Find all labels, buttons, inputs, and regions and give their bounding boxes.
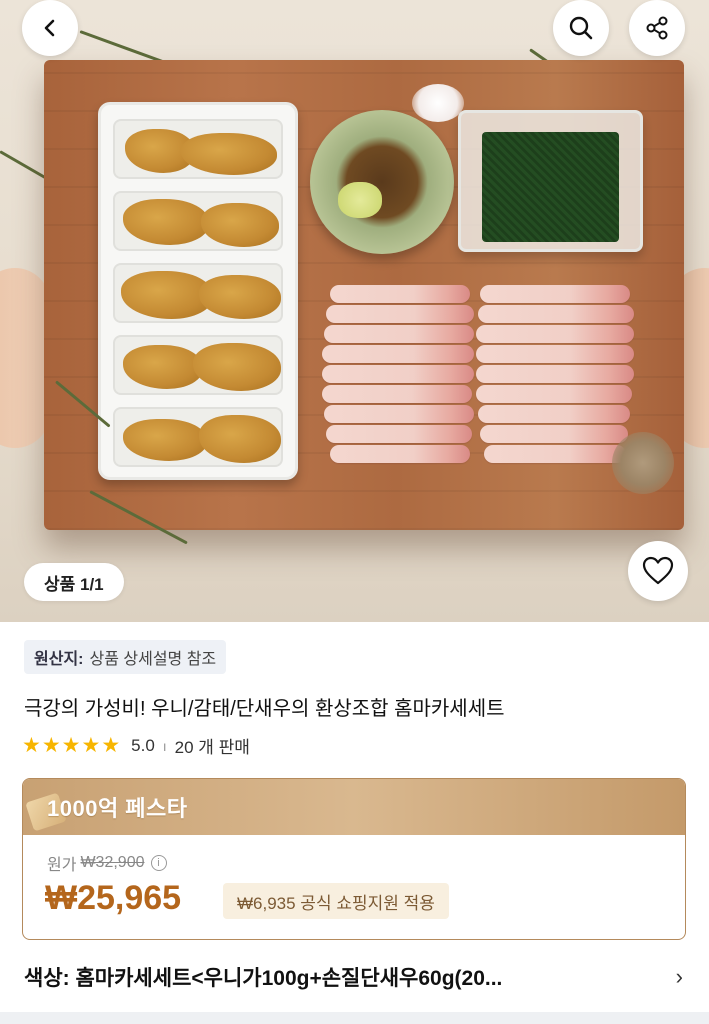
rating-row[interactable]: ★ ★ ★ ★ ★ 5.0 ı 20 개 판매 xyxy=(22,733,250,758)
shrimp xyxy=(476,385,632,403)
origin-label: 원산지: xyxy=(34,651,84,668)
chevron-left-icon xyxy=(44,19,55,37)
original-price-label: 원가 xyxy=(47,857,77,874)
image-counter: 상품 1/1 xyxy=(24,563,124,601)
sales-count: 20 개 판매 xyxy=(174,738,250,757)
shrimp xyxy=(476,325,634,343)
chevron-right-icon: › xyxy=(675,964,683,989)
shrimp xyxy=(324,405,474,423)
wasabi xyxy=(338,182,382,218)
left-hand xyxy=(0,268,50,448)
share-button[interactable] xyxy=(629,0,685,56)
heart-icon xyxy=(642,556,674,585)
discount-badge: ₩6,935 공식 쇼핑지원 적용 xyxy=(223,883,449,919)
original-price: ₩32,900 xyxy=(80,854,145,871)
deal-banner-label: 1000억 페스타 xyxy=(47,796,188,821)
origin-badge: 원산지: 상품 상세설명 참조 xyxy=(24,640,227,674)
pepper-pile xyxy=(612,432,674,494)
salt-pile xyxy=(412,84,464,122)
shrimp xyxy=(326,305,474,323)
wishlist-button[interactable] xyxy=(628,541,688,601)
rating-separator: ı xyxy=(162,737,167,754)
share-icon xyxy=(646,16,668,40)
star-icon: ★ xyxy=(61,734,81,757)
star-rating: ★ ★ ★ ★ ★ xyxy=(22,735,121,756)
option-text: 색상: 홈마카세세트<우니가100g+손질단새우60g(20... xyxy=(24,967,503,990)
uni-tray xyxy=(98,102,298,480)
back-button[interactable] xyxy=(22,0,78,56)
search-icon xyxy=(569,16,593,40)
deal-card: 1000억 페스타 원가 ₩32,900 i ₩25,965 ₩6,935 공식… xyxy=(22,778,686,940)
star-icon: ★ xyxy=(22,734,41,757)
shrimp xyxy=(324,325,474,343)
shrimp xyxy=(476,365,634,383)
product-image[interactable]: 상품 1/1 xyxy=(0,0,709,622)
star-icon: ★ xyxy=(41,734,61,757)
shrimp xyxy=(476,345,634,363)
shrimp xyxy=(322,345,474,363)
shrimp xyxy=(480,425,628,443)
shrimp xyxy=(322,385,472,403)
option-selector[interactable]: 색상: 홈마카세세트<우니가100g+손질단새우60g(20... › xyxy=(24,962,689,992)
origin-value: 상품 상세설명 참조 xyxy=(89,651,217,668)
product-title: 극강의 가성비! 우니/감태/단새우의 환상조합 홈마카세세트 xyxy=(24,698,505,720)
sale-price: ₩25,965 xyxy=(45,879,182,917)
shrimp xyxy=(322,365,474,383)
star-icon: ★ xyxy=(101,734,121,757)
shrimp xyxy=(484,445,626,463)
section-divider xyxy=(0,1012,709,1024)
rating-value: 5.0 xyxy=(131,735,155,755)
shrimp xyxy=(478,405,630,423)
shrimp xyxy=(326,425,472,443)
deal-banner: 1000억 페스타 xyxy=(23,779,685,835)
shrimp xyxy=(330,285,470,303)
seaweed xyxy=(482,132,619,242)
soy-sauce-dish xyxy=(310,110,454,254)
original-price-row: 원가 ₩32,900 i xyxy=(47,851,167,875)
info-icon[interactable]: i xyxy=(150,855,167,871)
shrimp xyxy=(330,445,470,463)
shrimp xyxy=(480,285,630,303)
star-icon: ★ xyxy=(81,734,101,757)
shrimp xyxy=(478,305,634,323)
search-button[interactable] xyxy=(553,0,609,56)
